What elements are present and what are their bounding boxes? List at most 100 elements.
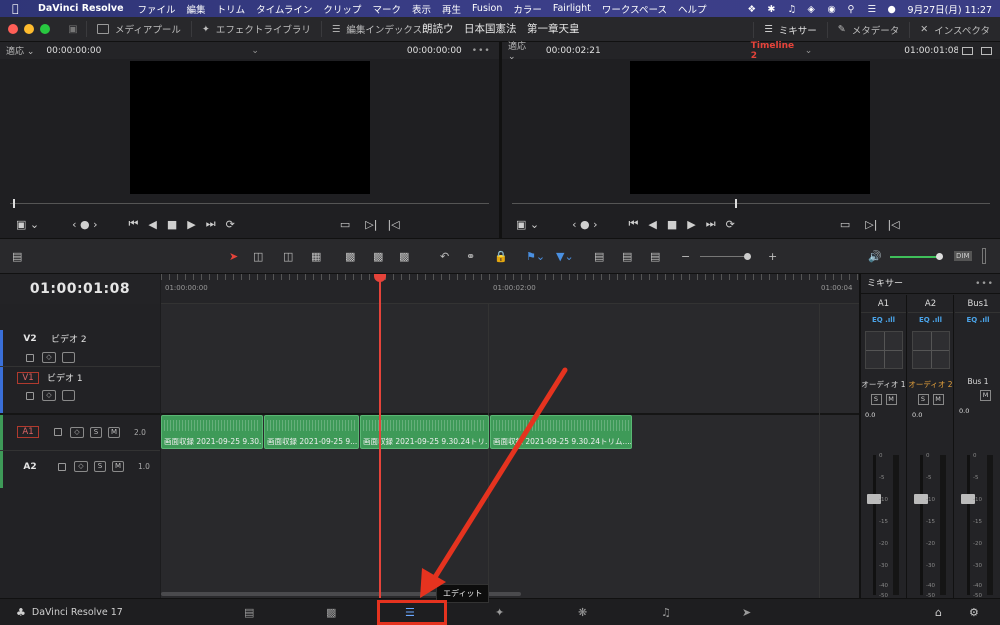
lock-track-icon[interactable] [26, 353, 34, 362]
zoom-slider-knob[interactable] [744, 253, 751, 260]
mute-button[interactable]: M [108, 426, 120, 438]
timeline-name[interactable]: Timeline 2 [751, 41, 799, 61]
settings-gear-icon[interactable]: ⚙ [969, 606, 979, 619]
volume-slider[interactable] [890, 256, 940, 258]
clock[interactable]: 9月27日(月) 11:27 [908, 2, 992, 16]
auto-select-icon[interactable]: ◇ [70, 426, 84, 438]
source-reverse-icon[interactable]: ◀ [148, 218, 156, 231]
playhead[interactable] [379, 278, 381, 598]
media-pool-button[interactable]: メディアプール [86, 21, 191, 37]
insert-clip-icon[interactable]: ▩ [345, 250, 355, 263]
menu-help[interactable]: ヘルプ [678, 2, 707, 16]
replace-clip-icon[interactable]: ▩ [399, 250, 409, 263]
timeline-last-frame-icon[interactable]: ⏭ [706, 217, 716, 231]
timeline-scrubber[interactable] [502, 196, 1000, 210]
track-v2-header[interactable]: V2 ビデオ 2 [0, 332, 160, 346]
snapping-icon[interactable]: ↶ [440, 250, 449, 263]
source-clip-dropdown-icon[interactable]: ⌄ [251, 46, 259, 56]
volume-slider-knob[interactable] [936, 253, 943, 260]
source-loop-icon[interactable]: ⟳ [226, 218, 235, 231]
timeline-viewer-screen[interactable] [630, 61, 870, 194]
mute-button[interactable]: M [112, 461, 124, 472]
solo-button[interactable]: S [94, 461, 106, 472]
menu-file[interactable]: ファイル [138, 2, 176, 16]
bluetooth-icon[interactable]: ✱ [768, 4, 778, 15]
track-enable-icon[interactable] [62, 390, 75, 401]
menu-playback[interactable]: 再生 [442, 2, 461, 16]
timeline-play-icon[interactable]: ▶ [687, 218, 695, 231]
timeline-dropdown-icon[interactable]: ⌄ [805, 46, 813, 56]
timeline-jog-icon[interactable]: ‹ ● › [572, 218, 597, 231]
dual-viewer-icon[interactable] [981, 46, 992, 55]
effects-library-button[interactable]: ✦ エフェクトライブラリ [190, 21, 321, 37]
track-enable-icon[interactable] [62, 352, 75, 363]
overwrite-clip-icon[interactable]: ▩ [373, 250, 383, 263]
timeline-reverse-icon[interactable]: ◀ [648, 218, 656, 231]
zoom-full-icon[interactable]: ▤ [594, 250, 604, 263]
user-icon[interactable]: ◉ [828, 4, 838, 15]
menu-mark[interactable]: マーク [372, 2, 401, 16]
timeline-view-options-icon[interactable]: ▣ ⌄ [516, 218, 539, 231]
pan-control[interactable] [911, 331, 950, 369]
fader-track[interactable] [873, 455, 876, 595]
control-center-icon[interactable]: ☰ [868, 4, 878, 15]
zoom-in-icon[interactable]: + [768, 250, 777, 263]
search-icon[interactable]: ⚲ [848, 4, 858, 15]
timeline-mark-out-icon[interactable]: |◁ [887, 218, 899, 231]
pan-control[interactable] [864, 331, 903, 369]
solo-button[interactable]: S [917, 394, 929, 405]
fusion-page-icon[interactable]: ✦ [495, 606, 504, 619]
audio-clip[interactable]: 画面収録 2021-09-25 9.... [264, 415, 359, 449]
selection-tool-icon[interactable]: ➤ [229, 250, 238, 263]
eq-button[interactable]: EQ .ıll [955, 313, 1000, 327]
flag-icon[interactable]: ⚑⌄ [526, 250, 545, 263]
speaker-icon[interactable]: 🔊 [868, 250, 882, 263]
menu-trim[interactable]: トリム [217, 2, 246, 16]
dynamic-trim-icon[interactable]: ◫ [283, 250, 293, 263]
source-options-icon[interactable]: ••• [472, 46, 491, 56]
menu-clip[interactable]: クリップ [323, 2, 361, 16]
track-v1-name[interactable]: ビデオ 1 [47, 371, 83, 384]
color-page-icon[interactable]: ❋ [578, 606, 587, 619]
home-icon[interactable]: ⌂ [935, 606, 942, 619]
fader-track[interactable] [967, 455, 970, 595]
marker-icon[interactable]: ▼⌄ [556, 250, 574, 263]
track-a1-id[interactable]: A1 [17, 426, 39, 438]
audio-clip[interactable]: 画面収録 2021-09-25 9.30.24トリム.... [490, 415, 632, 449]
app-menu[interactable]: DaVinci Resolve [38, 3, 124, 14]
source-jog-icon[interactable]: ‹ ● › [72, 218, 97, 231]
source-play-icon[interactable]: ▶ [187, 218, 195, 231]
deliver-page-icon[interactable]: ➤ [742, 606, 751, 619]
dropbox-icon[interactable]: ❖ [748, 4, 758, 15]
eq-button[interactable]: EQ .ıll [861, 313, 906, 327]
linked-selection-icon[interactable]: ⚭ [466, 250, 475, 263]
zoom-out-icon[interactable]: − [681, 250, 690, 263]
menu-timeline[interactable]: タイムライン [256, 2, 312, 16]
auto-select-icon[interactable]: ◇ [42, 390, 56, 401]
cut-page-icon[interactable]: ▩ [326, 606, 336, 619]
source-stop-icon[interactable]: ■ [167, 218, 177, 231]
timeline-tracks[interactable]: 画面収録 2021-09-25 9.30.... 画面収録 2021-09-25… [161, 304, 859, 598]
mute-button[interactable]: M [885, 394, 897, 405]
timeline-mark-in-icon[interactable]: ▷| [865, 218, 877, 231]
mixer-options-icon[interactable]: ••• [975, 274, 994, 294]
minimize-window-button[interactable] [24, 24, 34, 34]
source-mark-in-icon[interactable]: ▷| [365, 218, 377, 231]
mute-button[interactable]: M [980, 390, 991, 401]
metadata-button[interactable]: ✎ メタデータ [826, 21, 909, 38]
menu-view[interactable]: 表示 [412, 2, 431, 16]
meter-toggle-icon[interactable] [982, 248, 986, 264]
timeline-viewer[interactable] [502, 59, 1000, 196]
zoom-slider[interactable] [700, 256, 750, 257]
mute-button[interactable]: M [932, 394, 944, 405]
source-scrubber[interactable] [0, 196, 499, 210]
blade-tool-icon[interactable]: ▦ [311, 250, 321, 263]
zoom-detail-icon[interactable]: ▤ [622, 250, 632, 263]
media-page-icon[interactable]: ▤ [244, 606, 254, 619]
timeline-ruler[interactable]: 01:00:00:00 01:00:02:00 01:00:04 [161, 274, 859, 304]
eq-button[interactable]: EQ .ıll [908, 313, 953, 327]
timeline-view-options-icon[interactable]: ▤ [12, 250, 22, 263]
menu-color[interactable]: カラー [513, 2, 542, 16]
wifi-icon[interactable]: ◈ [808, 4, 818, 15]
mixer-button[interactable]: ☰ ミキサー [753, 21, 827, 38]
